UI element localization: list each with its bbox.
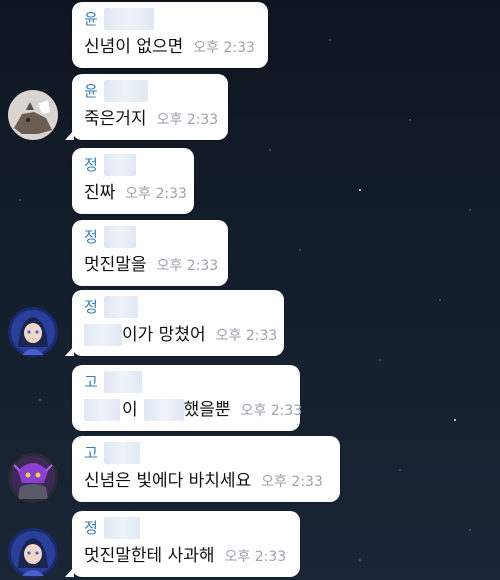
message-bubble[interactable]: 고 신념은 빛에다 바치세요 오후 2:33 [72, 436, 340, 502]
message-text: 이가 망쳤어 [84, 324, 206, 346]
message-time: 오후 2:33 [156, 258, 219, 274]
message-bubble[interactable]: 정 진짜 오후 2:33 [72, 148, 194, 214]
message-bubble[interactable]: 윤 죽은거지 오후 2:33 [65, 74, 228, 140]
sender-name: 고 [84, 444, 98, 462]
message-time: 오후 2:33 [215, 328, 278, 344]
message-text: 진짜 [84, 183, 116, 203]
message-text: 신념은 빛에다 바치세요 [84, 471, 252, 491]
message-text: 이 했을뿐 [84, 399, 231, 421]
purple-character-avatar[interactable] [8, 453, 58, 503]
redacted-text [84, 324, 122, 346]
message-time: 오후 2:33 [193, 40, 255, 56]
redacted-name [103, 442, 140, 464]
message-time: 오후 2:33 [156, 112, 219, 128]
redacted-text [143, 399, 184, 421]
message-time: 오후 2:33 [224, 549, 287, 565]
message-bubble[interactable]: 정 멋진말한테 사과해 오후 2:33 [65, 511, 300, 577]
sender-name: 정 [84, 156, 98, 174]
redacted-name [103, 154, 136, 176]
message-bubble[interactable]: 고 이 했을뿐 오후 2:33 [72, 365, 303, 431]
sender-name: 윤 [84, 10, 98, 28]
message-bubble[interactable]: 윤 신념이 없으면 오후 2:33 [72, 2, 268, 68]
message-time: 오후 2:33 [261, 474, 323, 490]
redacted-name [103, 8, 154, 30]
message-bubble[interactable]: 정 이가 망쳤어 오후 2:33 [65, 290, 284, 356]
redacted-name [103, 80, 148, 102]
sender-name: 고 [84, 373, 98, 391]
sender-name: 정 [84, 298, 98, 316]
redacted-name [103, 371, 142, 393]
message-text: 멋진말한테 사과해 [84, 546, 215, 566]
redacted-name [103, 226, 136, 248]
cat-avatar[interactable] [8, 90, 58, 140]
message-time: 오후 2:33 [240, 403, 303, 419]
message-time: 오후 2:33 [125, 186, 187, 202]
redacted-name [103, 517, 140, 539]
message-text: 멋진말을 [84, 255, 147, 275]
redacted-text [84, 399, 120, 421]
sender-name: 윤 [84, 82, 98, 100]
anime-girl-avatar[interactable] [8, 307, 58, 357]
redacted-name [103, 296, 138, 318]
sender-name: 정 [84, 519, 98, 537]
anime-girl-avatar[interactable] [8, 528, 58, 578]
message-bubble[interactable]: 정 멋진말을 오후 2:33 [72, 220, 228, 286]
message-text: 죽은거지 [84, 109, 147, 129]
sender-name: 정 [84, 228, 98, 246]
message-text: 신념이 없으면 [84, 37, 184, 57]
